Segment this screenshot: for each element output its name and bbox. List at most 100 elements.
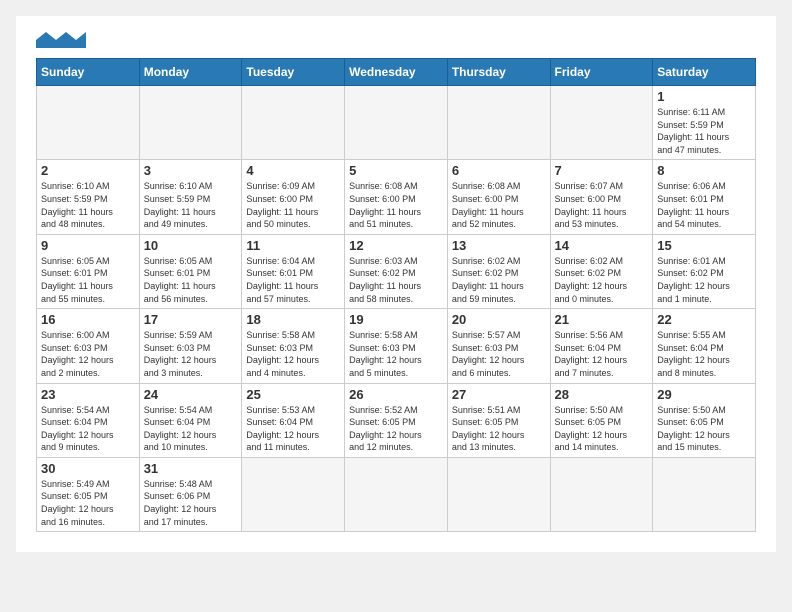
day-number: 1 — [657, 89, 751, 104]
calendar-cell — [345, 457, 448, 531]
calendar-cell — [653, 457, 756, 531]
day-info: Sunrise: 5:57 AM Sunset: 6:03 PM Dayligh… — [452, 329, 546, 379]
day-number: 23 — [41, 387, 135, 402]
day-info: Sunrise: 6:05 AM Sunset: 6:01 PM Dayligh… — [144, 255, 238, 305]
calendar-cell: 5Sunrise: 6:08 AM Sunset: 6:00 PM Daylig… — [345, 160, 448, 234]
day-number: 2 — [41, 163, 135, 178]
calendar-cell: 30 Sunrise: 5:49 AM Sunset: 6:05 PM Dayli… — [37, 457, 140, 531]
day-number: 15 — [657, 238, 751, 253]
day-number: 20 — [452, 312, 546, 327]
day-number: 8 — [657, 163, 751, 178]
week-row-2: 2 Sunrise: 6:10 AM Sunset: 5:59 PM Daylig… — [37, 160, 756, 234]
day-number: 26 — [349, 387, 443, 402]
day-info: Sunrise: 5:49 AM Sunset: 6:05 PM Dayligh… — [41, 478, 135, 528]
calendar-cell: 13Sunrise: 6:02 AM Sunset: 6:02 PM Dayli… — [447, 234, 550, 308]
calendar-cell: 31 Sunrise: 5:48 AM Sunset: 6:06 PM Dayli… — [139, 457, 242, 531]
header — [36, 32, 756, 48]
day-info: Sunrise: 6:02 AM Sunset: 6:02 PM Dayligh… — [555, 255, 649, 305]
calendar-cell: 14Sunrise: 6:02 AM Sunset: 6:02 PM Dayli… — [550, 234, 653, 308]
calendar-cell — [550, 457, 653, 531]
week-row-3: 9Sunrise: 6:05 AM Sunset: 6:01 PM Daylig… — [37, 234, 756, 308]
calendar-cell: 10 Sunrise: 6:05 AM Sunset: 6:01 PM Dayli… — [139, 234, 242, 308]
day-number: 31 — [144, 461, 238, 476]
week-row-1: 1 Sunrise: 6:11 AM Sunset: 5:59 PM Daylig… — [37, 86, 756, 160]
weekday-header-tuesday: Tuesday — [242, 59, 345, 86]
day-number: 25 — [246, 387, 340, 402]
calendar-cell — [345, 86, 448, 160]
day-number: 7 — [555, 163, 649, 178]
calendar-cell: 2 Sunrise: 6:10 AM Sunset: 5:59 PM Daylig… — [37, 160, 140, 234]
calendar-cell — [242, 86, 345, 160]
day-number: 21 — [555, 312, 649, 327]
day-number: 27 — [452, 387, 546, 402]
day-number: 16 — [41, 312, 135, 327]
calendar-cell: 27Sunrise: 5:51 AM Sunset: 6:05 PM Dayli… — [447, 383, 550, 457]
day-number: 17 — [144, 312, 238, 327]
calendar-cell: 9Sunrise: 6:05 AM Sunset: 6:01 PM Daylig… — [37, 234, 140, 308]
logo — [36, 32, 86, 48]
calendar-cell: 6Sunrise: 6:08 AM Sunset: 6:00 PM Daylig… — [447, 160, 550, 234]
day-info: Sunrise: 5:50 AM Sunset: 6:05 PM Dayligh… — [555, 404, 649, 454]
weekday-header-wednesday: Wednesday — [345, 59, 448, 86]
day-number: 18 — [246, 312, 340, 327]
calendar-cell: 15 Sunrise: 6:01 AM Sunset: 6:02 PM Dayli… — [653, 234, 756, 308]
calendar-cell: 4 Sunrise: 6:09 AM Sunset: 6:00 PM Daylig… — [242, 160, 345, 234]
day-info: Sunrise: 6:07 AM Sunset: 6:00 PM Dayligh… — [555, 180, 649, 230]
day-number: 12 — [349, 238, 443, 253]
day-info: Sunrise: 5:58 AM Sunset: 6:03 PM Dayligh… — [246, 329, 340, 379]
calendar-cell: 11 Sunrise: 6:04 AM Sunset: 6:01 PM Dayli… — [242, 234, 345, 308]
calendar-cell: 20 Sunrise: 5:57 AM Sunset: 6:03 PM Dayli… — [447, 309, 550, 383]
day-info: Sunrise: 5:55 AM Sunset: 6:04 PM Dayligh… — [657, 329, 751, 379]
calendar-cell: 19 Sunrise: 5:58 AM Sunset: 6:03 PM Dayli… — [345, 309, 448, 383]
day-info: Sunrise: 5:58 AM Sunset: 6:03 PM Dayligh… — [349, 329, 443, 379]
weekday-header-thursday: Thursday — [447, 59, 550, 86]
day-info: Sunrise: 5:53 AM Sunset: 6:04 PM Dayligh… — [246, 404, 340, 454]
day-info: Sunrise: 5:50 AM Sunset: 6:05 PM Dayligh… — [657, 404, 751, 454]
weekday-header-sunday: Sunday — [37, 59, 140, 86]
day-number: 28 — [555, 387, 649, 402]
day-info: Sunrise: 6:04 AM Sunset: 6:01 PM Dayligh… — [246, 255, 340, 305]
day-info: Sunrise: 6:05 AM Sunset: 6:01 PM Dayligh… — [41, 255, 135, 305]
calendar-page: SundayMondayTuesdayWednesdayThursdayFrid… — [16, 16, 776, 552]
day-info: Sunrise: 6:08 AM Sunset: 6:00 PM Dayligh… — [452, 180, 546, 230]
calendar-cell: 24 Sunrise: 5:54 AM Sunset: 6:04 PM Dayli… — [139, 383, 242, 457]
day-number: 10 — [144, 238, 238, 253]
calendar-cell — [550, 86, 653, 160]
calendar-cell: 3 Sunrise: 6:10 AM Sunset: 5:59 PM Daylig… — [139, 160, 242, 234]
calendar-table: SundayMondayTuesdayWednesdayThursdayFrid… — [36, 58, 756, 532]
calendar-cell: 7 Sunrise: 6:07 AM Sunset: 6:00 PM Daylig… — [550, 160, 653, 234]
calendar-cell — [447, 457, 550, 531]
day-number: 29 — [657, 387, 751, 402]
calendar-cell: 1 Sunrise: 6:11 AM Sunset: 5:59 PM Daylig… — [653, 86, 756, 160]
day-info: Sunrise: 6:10 AM Sunset: 5:59 PM Dayligh… — [41, 180, 135, 230]
calendar-cell: 12Sunrise: 6:03 AM Sunset: 6:02 PM Dayli… — [345, 234, 448, 308]
day-info: Sunrise: 6:01 AM Sunset: 6:02 PM Dayligh… — [657, 255, 751, 305]
day-info: Sunrise: 6:02 AM Sunset: 6:02 PM Dayligh… — [452, 255, 546, 305]
calendar-cell: 29 Sunrise: 5:50 AM Sunset: 6:05 PM Dayli… — [653, 383, 756, 457]
day-number: 3 — [144, 163, 238, 178]
day-info: Sunrise: 6:09 AM Sunset: 6:00 PM Dayligh… — [246, 180, 340, 230]
day-info: Sunrise: 6:10 AM Sunset: 5:59 PM Dayligh… — [144, 180, 238, 230]
calendar-cell: 23 Sunrise: 5:54 AM Sunset: 6:04 PM Dayli… — [37, 383, 140, 457]
day-number: 24 — [144, 387, 238, 402]
weekday-header-monday: Monday — [139, 59, 242, 86]
day-info: Sunrise: 5:48 AM Sunset: 6:06 PM Dayligh… — [144, 478, 238, 528]
day-info: Sunrise: 5:54 AM Sunset: 6:04 PM Dayligh… — [41, 404, 135, 454]
weekday-header-saturday: Saturday — [653, 59, 756, 86]
day-info: Sunrise: 6:11 AM Sunset: 5:59 PM Dayligh… — [657, 106, 751, 156]
day-number: 22 — [657, 312, 751, 327]
day-info: Sunrise: 5:54 AM Sunset: 6:04 PM Dayligh… — [144, 404, 238, 454]
day-number: 30 — [41, 461, 135, 476]
calendar-cell: 25 Sunrise: 5:53 AM Sunset: 6:04 PM Dayli… — [242, 383, 345, 457]
day-info: Sunrise: 6:00 AM Sunset: 6:03 PM Dayligh… — [41, 329, 135, 379]
calendar-cell: 22 Sunrise: 5:55 AM Sunset: 6:04 PM Dayli… — [653, 309, 756, 383]
calendar-cell: 18 Sunrise: 5:58 AM Sunset: 6:03 PM Dayli… — [242, 309, 345, 383]
day-number: 11 — [246, 238, 340, 253]
calendar-cell: 8Sunrise: 6:06 AM Sunset: 6:01 PM Daylig… — [653, 160, 756, 234]
calendar-cell: 28 Sunrise: 5:50 AM Sunset: 6:05 PM Dayli… — [550, 383, 653, 457]
day-number: 19 — [349, 312, 443, 327]
day-number: 4 — [246, 163, 340, 178]
week-row-5: 23 Sunrise: 5:54 AM Sunset: 6:04 PM Dayli… — [37, 383, 756, 457]
week-row-4: 16 Sunrise: 6:00 AM Sunset: 6:03 PM Dayli… — [37, 309, 756, 383]
calendar-cell: 21Sunrise: 5:56 AM Sunset: 6:04 PM Dayli… — [550, 309, 653, 383]
